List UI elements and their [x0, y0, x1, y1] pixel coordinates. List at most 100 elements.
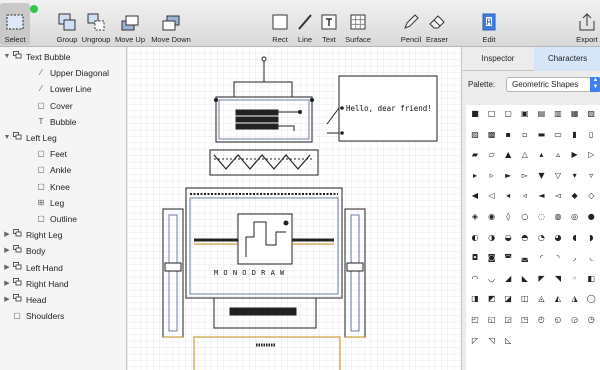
character-cell[interactable]: ◰: [466, 311, 484, 329]
character-cell[interactable]: □: [483, 105, 501, 123]
move-up-button[interactable]: Move Up: [110, 12, 150, 44]
disclosure-closed-icon[interactable]: ▶: [3, 243, 11, 259]
disclosure-open-icon[interactable]: ▼: [3, 130, 11, 146]
character-cell[interactable]: ◵: [549, 311, 567, 329]
disclosure-closed-icon[interactable]: ▶: [3, 292, 11, 308]
character-cell[interactable]: ◒: [499, 229, 517, 247]
character-cell[interactable]: ◊: [499, 208, 517, 226]
character-cell[interactable]: ◎: [566, 208, 584, 226]
sidebar-item-text-bubble[interactable]: ▼ Text Bubble: [0, 49, 127, 65]
character-cell[interactable]: ◙: [483, 249, 501, 267]
character-cell[interactable]: ▮: [566, 126, 584, 144]
character-cell[interactable]: ◸: [466, 332, 484, 350]
character-cell[interactable]: ◴: [532, 311, 550, 329]
sidebar-item-head[interactable]: ▶ Head: [0, 292, 127, 308]
sidebar-item-knee[interactable]: ▢ Knee: [0, 179, 127, 195]
character-cell[interactable]: ◯: [582, 290, 600, 308]
character-cell[interactable]: ▲: [499, 146, 517, 164]
character-cell[interactable]: ◢: [499, 270, 517, 288]
zoom-window-button[interactable]: [30, 5, 38, 13]
tab-characters[interactable]: Characters: [534, 47, 600, 71]
sidebar-item-bubble[interactable]: T Bubble: [0, 114, 127, 130]
character-cell[interactable]: ◱: [483, 311, 501, 329]
character-cell[interactable]: ●: [582, 208, 600, 226]
move-down-button[interactable]: Move Down: [151, 12, 191, 44]
character-cell[interactable]: ◍: [549, 208, 567, 226]
character-cell[interactable]: ◪: [499, 290, 517, 308]
character-cell[interactable]: ◄: [532, 187, 550, 205]
character-cell[interactable]: ◦: [566, 270, 584, 288]
character-cell[interactable]: ◶: [566, 311, 584, 329]
character-cell[interactable]: ▻: [516, 167, 534, 185]
character-cell[interactable]: ◠: [466, 270, 484, 288]
character-cell[interactable]: ◮: [566, 290, 584, 308]
character-cell[interactable]: ▵: [549, 146, 567, 164]
character-cell[interactable]: ◤: [532, 270, 550, 288]
character-cell[interactable]: ▨: [466, 126, 484, 144]
character-cell[interactable]: ◡: [483, 270, 501, 288]
character-cell[interactable]: ◔: [532, 229, 550, 247]
character-cell[interactable]: ◲: [499, 311, 517, 329]
tab-inspector[interactable]: Inspector: [462, 47, 534, 71]
character-cell[interactable]: ▦: [566, 105, 584, 123]
sidebar-item-body[interactable]: ▶ Body: [0, 243, 127, 259]
export-button[interactable]: Export: [572, 12, 600, 44]
character-cell[interactable]: ◣: [516, 270, 534, 288]
character-cell[interactable]: ◺: [499, 332, 517, 350]
character-cell[interactable]: ▧: [582, 105, 600, 123]
sidebar-item-lower-line[interactable]: ⁄ Lower Line: [0, 81, 127, 97]
character-cell[interactable]: ◬: [532, 290, 550, 308]
character-cell[interactable]: ▯: [582, 126, 600, 144]
sidebar-item-upper-diagonal[interactable]: ⁄ Upper Diagonal: [0, 65, 127, 81]
character-cell[interactable]: ▥: [549, 105, 567, 123]
character-cell[interactable]: ▿: [582, 167, 600, 185]
character-cell[interactable]: ▭: [549, 126, 567, 144]
character-cell[interactable]: ◫: [516, 290, 534, 308]
character-cell[interactable]: ◘: [466, 249, 484, 267]
sidebar-item-left-leg[interactable]: ▼ Left Leg: [0, 130, 127, 146]
character-cell[interactable]: ◗: [582, 229, 600, 247]
sidebar-item-left-hand[interactable]: ▶ Left Hand: [0, 260, 127, 276]
character-cell[interactable]: ◐: [466, 229, 484, 247]
eraser-tool-button[interactable]: Eraser: [417, 12, 457, 44]
character-cell[interactable]: ▤: [532, 105, 550, 123]
edit-button[interactable]: Edit: [469, 12, 509, 44]
sidebar-item-leg[interactable]: ⊞ Leg: [0, 195, 127, 211]
character-cell[interactable]: ◭: [549, 290, 567, 308]
character-cell[interactable]: ▸: [466, 167, 484, 185]
sidebar-item-feet[interactable]: ▢ Feet: [0, 146, 127, 162]
sidebar-item-ankle[interactable]: ▢ Ankle: [0, 162, 127, 178]
palette-select[interactable]: Geometric Shapes ▲ ▼: [506, 77, 600, 92]
character-cell[interactable]: ◩: [483, 290, 501, 308]
character-cell[interactable]: ▢: [499, 105, 517, 123]
surface-tool-button[interactable]: Surface: [338, 12, 378, 44]
character-cell[interactable]: ○: [516, 208, 534, 226]
drawing-canvas[interactable]: Hello, dear friend! M O N O D R A W: [128, 47, 461, 370]
sidebar-item-outline[interactable]: ▢ Outline: [0, 211, 127, 227]
character-cell[interactable]: ◅: [549, 187, 567, 205]
character-cell[interactable]: ▩: [483, 126, 501, 144]
character-cell[interactable]: △: [516, 146, 534, 164]
character-cell[interactable]: ▰: [466, 146, 484, 164]
character-cell[interactable]: ◹: [483, 332, 501, 350]
character-cell[interactable]: ◨: [466, 290, 484, 308]
disclosure-open-icon[interactable]: ▼: [3, 49, 11, 65]
character-cell[interactable]: ▬: [532, 126, 550, 144]
character-cell[interactable]: ▫: [516, 126, 534, 144]
character-cell[interactable]: ◚: [499, 249, 517, 267]
character-cell[interactable]: ▹: [483, 167, 501, 185]
character-cell[interactable]: ◳: [516, 311, 534, 329]
character-cell[interactable]: ◇: [582, 187, 600, 205]
character-cell[interactable]: ◆: [566, 187, 584, 205]
character-cell[interactable]: ◧: [582, 270, 600, 288]
character-cell[interactable]: ▣: [516, 105, 534, 123]
character-cell[interactable]: ◃: [516, 187, 534, 205]
character-cell[interactable]: ►: [499, 167, 517, 185]
character-cell[interactable]: ◈: [466, 208, 484, 226]
character-cell[interactable]: ◝: [549, 249, 567, 267]
character-cell[interactable]: ◟: [582, 249, 600, 267]
sidebar-item-cover[interactable]: ▢ Cover: [0, 98, 127, 114]
character-cell[interactable]: ▪: [499, 126, 517, 144]
character-cell[interactable]: ◓: [516, 229, 534, 247]
character-cell[interactable]: ▽: [549, 167, 567, 185]
